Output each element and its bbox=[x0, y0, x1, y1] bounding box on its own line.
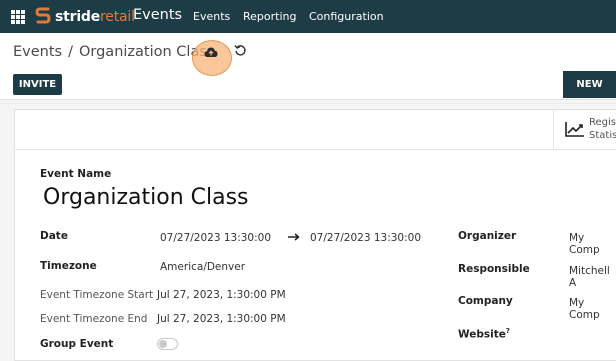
smart-button-line1: Regist bbox=[589, 117, 616, 128]
breadcrumb-separator: / bbox=[68, 44, 73, 60]
smart-button-label: Regist Statist bbox=[589, 116, 616, 142]
organizer-field[interactable]: My Comp bbox=[569, 232, 616, 256]
breadcrumb-parent[interactable]: Events bbox=[13, 44, 62, 60]
timezone-field[interactable]: America/Denver bbox=[160, 261, 245, 273]
stride-logo-icon bbox=[35, 7, 51, 24]
cloud-upload-icon[interactable] bbox=[204, 46, 218, 58]
company-label: Company bbox=[458, 295, 513, 307]
date-start-field[interactable]: 07/27/2023 13:30:00 bbox=[160, 232, 271, 244]
company-field[interactable]: My Comp bbox=[569, 297, 616, 321]
date-label: Date bbox=[40, 230, 68, 242]
apps-grid-icon[interactable] bbox=[11, 10, 25, 24]
timezone-label: Timezone bbox=[40, 260, 97, 272]
top-navbar: strideretail Events Events Reporting Con… bbox=[0, 0, 616, 33]
new-button[interactable]: NEW bbox=[563, 71, 616, 98]
tz-end-value: Jul 27, 2023, 1:30:00 PM bbox=[157, 313, 286, 325]
control-divider bbox=[0, 103, 616, 104]
website-label: Website? bbox=[458, 327, 510, 341]
date-end-field[interactable]: 07/27/2023 13:30:00 bbox=[310, 232, 421, 244]
invite-button[interactable]: INVITE bbox=[13, 74, 62, 95]
brand-name: strideretail bbox=[55, 8, 135, 25]
smart-button-line2: Statist bbox=[589, 130, 616, 141]
website-help-icon[interactable]: ? bbox=[506, 327, 510, 335]
breadcrumb: Events / Organization Class bbox=[13, 44, 214, 60]
discard-changes-icon[interactable] bbox=[234, 44, 247, 57]
registration-statistics-button[interactable]: Regist Statist bbox=[553, 110, 616, 149]
tz-end-label: Event Timezone End bbox=[40, 313, 148, 325]
menu-events[interactable]: Events bbox=[193, 10, 230, 23]
brand-logo[interactable]: strideretail bbox=[35, 6, 135, 27]
organizer-label: Organizer bbox=[458, 230, 517, 242]
area-chart-icon bbox=[565, 122, 584, 137]
event-name-field[interactable]: Organization Class bbox=[43, 185, 249, 210]
event-name-label: Event Name bbox=[40, 168, 112, 180]
responsible-field[interactable]: Mitchell A bbox=[569, 265, 616, 289]
group-event-label: Group Event bbox=[40, 338, 114, 350]
arrow-right-icon bbox=[288, 233, 300, 241]
tz-start-value: Jul 27, 2023, 1:30:00 PM bbox=[157, 289, 286, 301]
group-event-toggle[interactable] bbox=[157, 338, 178, 350]
app-title[interactable]: Events bbox=[133, 7, 182, 23]
control-panel: Events / Organization Class bbox=[0, 33, 616, 104]
tz-start-label: Event Timezone Start bbox=[40, 289, 154, 301]
website-label-text: Website bbox=[458, 328, 506, 341]
menu-configuration[interactable]: Configuration bbox=[309, 10, 384, 23]
smart-button-row: Regist Statist bbox=[15, 110, 616, 150]
responsible-label: Responsible bbox=[458, 263, 530, 275]
menu-reporting[interactable]: Reporting bbox=[243, 10, 296, 23]
